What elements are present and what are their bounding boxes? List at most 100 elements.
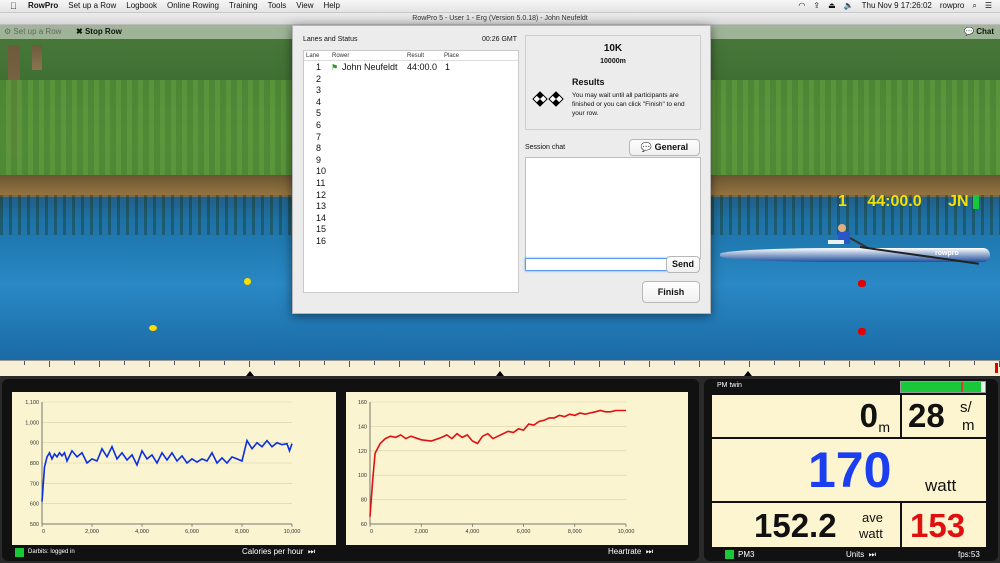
y-tick-label: 60: [361, 522, 367, 528]
avg-watts-cell: 152.2 ave watt: [712, 503, 900, 547]
pm-progress-marker: [961, 382, 963, 392]
send-button[interactable]: Send: [666, 256, 700, 273]
y-tick-label: 900: [30, 441, 39, 447]
volume-icon[interactable]: 🔈: [844, 0, 854, 12]
clock[interactable]: Thu Nov 9 17:26:02: [862, 0, 932, 12]
lane-row[interactable]: 3: [304, 85, 518, 96]
lane-number: 1: [316, 62, 322, 72]
window-title: RowPro 5 - User 1 - Erg (Version 5.0.18)…: [0, 13, 1000, 25]
setup-icon: ⚙: [4, 27, 12, 36]
ruler-tick: [174, 361, 175, 365]
red-buoy: [858, 280, 866, 287]
apple-icon[interactable]: : [10, 0, 17, 12]
y-tick-label: 80: [361, 498, 367, 504]
lane-row[interactable]: ⚑ 1 John Neufeldt 44:00.0 1: [304, 62, 518, 73]
user-name[interactable]: rowpro: [940, 0, 964, 12]
units-selector[interactable]: Units ⏭: [846, 550, 876, 560]
ruler-tick: [224, 361, 225, 365]
stroke-rate-value: 28: [908, 397, 945, 434]
lane-row[interactable]: 12: [304, 190, 518, 201]
finish-button[interactable]: Finish: [642, 281, 700, 303]
eject-icon[interactable]: ⏏: [828, 0, 836, 12]
lane-row[interactable]: 5: [304, 108, 518, 119]
ruler-tick: [124, 361, 125, 365]
next-icon: ⏭: [305, 547, 316, 556]
chat-button[interactable]: 💬 Chat: [964, 25, 994, 39]
heartrate-chart: 160 140 120 100 80 600 2,000 4,000 6,000 8,000 10,…: [358, 400, 635, 535]
chat-bubble-icon: 💬: [640, 142, 653, 152]
stroke-rate-unit-top: s/: [960, 399, 972, 416]
ruler-tick: [74, 361, 75, 365]
ruler-tick: [699, 361, 700, 367]
wifi-icon[interactable]: ◠: [798, 0, 805, 12]
ruler-tick: [24, 361, 25, 365]
menu-training[interactable]: Training: [229, 0, 258, 12]
setup-row-button[interactable]: ⚙ Set up a Row: [4, 25, 61, 39]
lane-row[interactable]: 14: [304, 213, 518, 224]
x-tick-label: 2,000: [414, 529, 428, 535]
rower-name: John Neufeldt: [342, 62, 398, 72]
lane-number: 3: [316, 85, 322, 96]
heartrate-cell: 153: [902, 503, 986, 547]
session-chat-log[interactable]: [525, 157, 701, 259]
distance-unit: m: [878, 419, 890, 435]
y-tick-label: 800: [30, 461, 39, 467]
race-info-panel: 10K 10000m Results You may wait until al…: [525, 35, 701, 130]
calories-selector[interactable]: Calories per hour ⏭: [242, 547, 315, 557]
y-tick-label: 500: [30, 522, 39, 528]
ruler-tick: [249, 361, 250, 367]
upload-icon[interactable]: ⇪: [813, 0, 820, 12]
lane-number: 9: [316, 154, 322, 165]
menu-tools[interactable]: Tools: [268, 0, 287, 12]
heartrate-value: 153: [910, 507, 966, 544]
lane-row[interactable]: 11: [304, 178, 518, 189]
ruler-tick: [674, 361, 675, 365]
x-tick-label: 4,000: [466, 529, 480, 535]
menu-view[interactable]: View: [296, 0, 313, 12]
race-distance: 10000m: [600, 58, 626, 65]
menu-logbook[interactable]: Logbook: [126, 0, 157, 12]
lane-row[interactable]: 4: [304, 97, 518, 108]
calories-chart: 1,100 1,000 900 800 700 600 5000 2,000 4,000 6,00…: [25, 400, 300, 535]
general-chat-button[interactable]: 💬 General Chat: [629, 139, 700, 167]
y-tick-label: 100: [358, 473, 367, 479]
lane-row[interactable]: 15: [304, 224, 518, 235]
lane-time: 44:00.0: [867, 193, 922, 210]
lane-row[interactable]: 6: [304, 120, 518, 131]
chat-input[interactable]: [525, 258, 670, 271]
ruler-tick: [874, 361, 875, 365]
lane-row[interactable]: 13: [304, 201, 518, 212]
menu-setup[interactable]: Set up a Row: [68, 0, 116, 12]
yellow-buoy: [149, 325, 157, 331]
lane-number: 8: [316, 143, 322, 154]
status-area: ◠ ⇪ ⏏ 🔈 Thu Nov 9 17:26:02 rowpro ⌕ ☰: [798, 0, 992, 12]
lane-number: 1: [838, 193, 847, 210]
lane-row[interactable]: 7: [304, 132, 518, 143]
ruler-tick: [99, 361, 100, 367]
lane-row[interactable]: 9: [304, 155, 518, 166]
lane-row[interactable]: 16: [304, 236, 518, 247]
ruler-tick: [149, 361, 150, 367]
stop-row-label: Stop Row: [84, 27, 122, 36]
menu-online-rowing[interactable]: Online Rowing: [167, 0, 219, 12]
list-icon[interactable]: ☰: [985, 0, 992, 12]
lane-number: 7: [316, 131, 322, 142]
rower-status-icon: ⚑: [331, 63, 339, 72]
lanes-dialog: Lanes and Status 00:26 GMT Lane Rower Re…: [292, 25, 711, 314]
results-text: You may wait until all participants are …: [572, 92, 685, 117]
menu-app[interactable]: RowPro: [28, 0, 58, 12]
yellow-buoy: [244, 278, 251, 285]
y-tick-label: 1,100: [25, 400, 39, 406]
lane-row[interactable]: 2: [304, 74, 518, 85]
fps-counter: fps:53: [958, 550, 980, 559]
lane-color-chip: [972, 194, 979, 209]
distance-cell: 0 m: [712, 395, 900, 437]
lane-row[interactable]: 10: [304, 166, 518, 177]
heartrate-selector[interactable]: Heartrate ⏭: [608, 547, 653, 557]
header-lane: Lane: [306, 53, 320, 59]
menu-help[interactable]: Help: [324, 0, 340, 12]
stop-row-button[interactable]: ✖ Stop Row: [76, 25, 122, 39]
lane-row[interactable]: 8: [304, 143, 518, 154]
search-icon[interactable]: ⌕: [972, 0, 976, 12]
ruler-tick: [649, 361, 650, 367]
